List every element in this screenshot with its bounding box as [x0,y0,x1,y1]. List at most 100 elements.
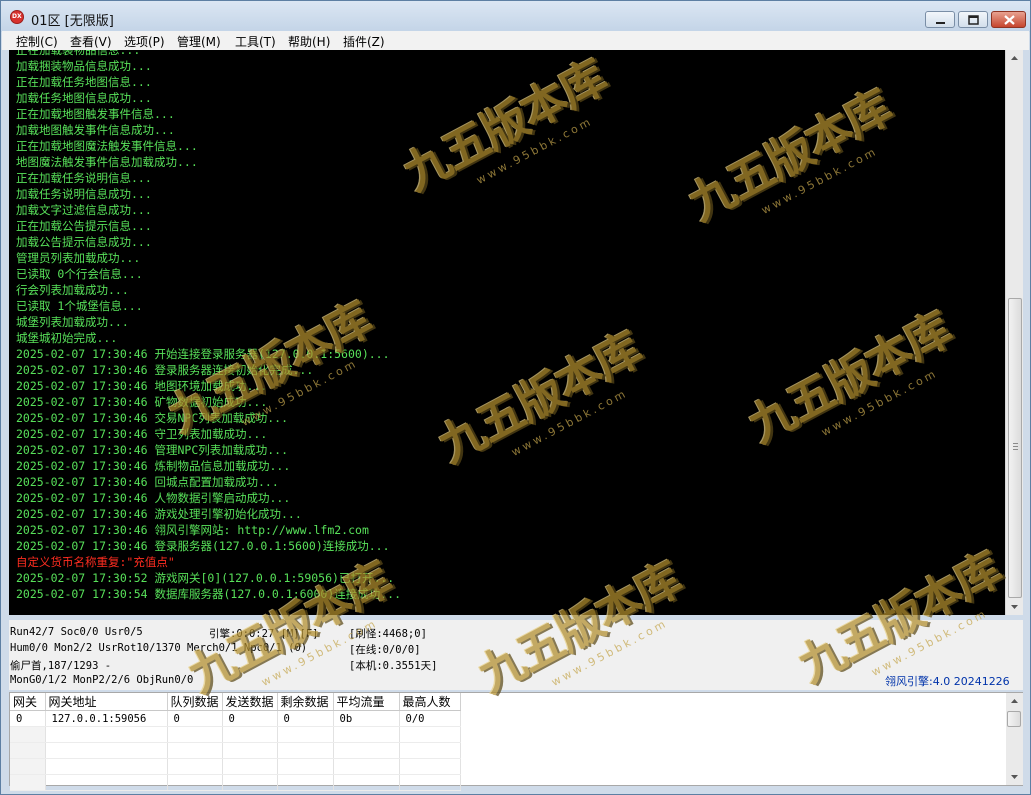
status-thief: 偷尸首,187/1293 - [10,660,112,672]
col-gateway-address[interactable]: 网关地址 [45,693,168,711]
log-line: 已读取 1个城堡信息... [16,299,143,313]
col-gateway[interactable]: 网关 [10,693,46,711]
status-run: Run42/7 Soc0/0 Usr0/5 [10,626,143,638]
col-avg-traffic[interactable]: 平均流量 [333,693,400,711]
log-line: 加载公告提示信息成功... [16,235,152,249]
empty-cell [277,758,334,775]
log-line: 2025-02-07 17:30:46 游戏处理引擎初始化成功... [16,507,302,521]
log-line: 地图魔法触发事件信息加载成功... [16,155,198,169]
log-line: 2025-02-07 17:30:46 登录服务器连接初始化完成... [16,363,314,377]
log-line: 正在加载任务地图信息... [16,75,152,89]
empty-cell [222,758,278,775]
table-row[interactable]: 0 127.0.0.1:59056 0 0 0 0b 0/0 [10,710,461,727]
minimize-button[interactable] [925,11,955,28]
table-cell: 0b [333,710,400,727]
status-hum: Hum0/0 Mon2/2 UsrRot10/1370 Merch0/1 Npc… [10,642,308,654]
empty-cell [222,726,278,743]
empty-cell [399,774,461,791]
scroll-up-icon[interactable] [1006,50,1023,67]
log-line: 行会列表加载成功... [16,283,129,297]
log-line: 2025-02-07 17:30:46 开始连接登录服务器(127.0.0.1:… [16,347,390,361]
menu-bar: 控制(C) 查看(V) 选项(P) 管理(M) 工具(T) 帮助(H) 插件(Z… [2,31,1029,50]
menu-view[interactable]: 查看(V) [70,33,112,50]
empty-cell [45,742,168,759]
menu-tools[interactable]: 工具(T) [235,33,276,50]
status-online: [在线:0/0/0] [349,644,421,656]
table-cell: 0 [10,710,46,727]
empty-cell [277,774,334,791]
engine-version: 翎风引擎:4.0 20241226 [885,675,1010,688]
col-remaining-data[interactable]: 剩余数据 [277,693,334,711]
gateway-grid[interactable]: 网关 网关地址 队列数据 发送数据 剩余数据 平均流量 最高人数 0 127.0.… [9,692,1023,791]
table-cell: 127.0.0.1:59056 [45,710,168,727]
menu-help[interactable]: 帮助(H) [288,33,330,50]
empty-table-row [10,742,461,759]
close-button[interactable] [991,11,1026,28]
empty-cell [333,742,400,759]
log-line: 已读取 0个行会信息... [16,267,143,281]
log-scroll-thumb[interactable] [1008,298,1022,598]
status-refresh: [刷怪:4468;0] [349,628,427,640]
empty-cell [10,774,46,791]
log-line: 2025-02-07 17:30:46 登录服务器(127.0.0.1:5600… [16,539,390,553]
server-console-window: 01区 [无限版] 控制(C) 查看(V) 选项(P) 管理(M) 工具(T) … [0,0,1031,795]
log-line: 2025-02-07 17:30:46 炼制物品信息加载成功... [16,459,291,473]
empty-cell [399,742,461,759]
col-sent-data[interactable]: 发送数据 [222,693,278,711]
empty-cell [10,742,46,759]
title-bar[interactable]: 01区 [无限版] [1,1,1030,32]
empty-cell [222,742,278,759]
empty-cell [167,726,223,743]
menu-manage[interactable]: 管理(M) [177,33,221,50]
empty-cell [399,758,461,775]
table-cell: 0 [222,710,278,727]
log-line: 城堡列表加载成功... [16,315,129,329]
log-line: 正在加载任务说明信息... [16,171,152,185]
empty-table-row [10,758,461,775]
empty-cell [10,758,46,775]
log-line: 自定义货币名称重复:"充值点" [16,555,175,569]
gateway-header-row: 网关 网关地址 队列数据 发送数据 剩余数据 平均流量 最高人数 [10,693,461,711]
empty-cell [167,774,223,791]
log-line: 加载捆装物品信息成功... [16,59,152,73]
status-machine: [本机:0.3551天] [349,660,438,672]
empty-cell [277,742,334,759]
scroll-down-icon[interactable] [1006,768,1023,785]
empty-cell [333,726,400,743]
log-line: 正在加载公告提示信息... [16,219,152,233]
log-line: 加载地图触发事件信息成功... [16,123,175,137]
empty-cell [399,726,461,743]
col-max-users[interactable]: 最高人数 [399,693,461,711]
empty-cell [45,758,168,775]
log-line: 2025-02-07 17:30:46 翎风引擎网站: http://www.l… [16,523,369,537]
log-line: 正在加载地图魔法触发事件信息... [16,139,198,153]
menu-plugins[interactable]: 插件(Z) [343,33,385,50]
menu-control[interactable]: 控制(C) [16,33,58,50]
scroll-down-icon[interactable] [1006,598,1023,615]
table-cell: 0/0 [399,710,461,727]
gateway-table[interactable]: 网关 网关地址 队列数据 发送数据 剩余数据 平均流量 最高人数 0 127.0.… [10,693,461,791]
log-line: 加载任务地图信息成功... [16,91,152,105]
col-queue-data[interactable]: 队列数据 [167,693,223,711]
server-log[interactable]: 正在加载装物品信息... 加载捆装物品信息成功... 正在加载任务地图信息... 加载… [9,50,1005,615]
empty-cell [45,726,168,743]
log-line: 正在加载地图触发事件信息... [16,107,175,121]
minimize-icon [936,22,945,24]
log-scrollbar[interactable] [1005,50,1023,615]
empty-cell [167,742,223,759]
empty-cell [45,774,168,791]
log-line: 2025-02-07 17:30:46 地图环境加载成功... [16,379,268,393]
log-line: 2025-02-07 17:30:52 游戏网关[0](127.0.0.1:59… [16,571,395,585]
app-icon[interactable] [10,10,24,24]
log-line: 2025-02-07 17:30:46 管理NPC列表加载成功... [16,443,289,457]
log-line: 城堡城初始完成... [16,331,118,345]
scroll-up-icon[interactable] [1006,693,1023,710]
gateway-scroll-thumb[interactable] [1007,711,1021,727]
log-line: 2025-02-07 17:30:46 交易NPC列表加载成功... [16,411,289,425]
empty-table-row [10,726,461,743]
log-line: 加载任务说明信息成功... [16,187,152,201]
gateway-scrollbar[interactable] [1006,693,1023,785]
menu-options[interactable]: 选项(P) [124,33,165,50]
empty-table-row [10,774,461,791]
maximize-button[interactable] [958,11,988,28]
